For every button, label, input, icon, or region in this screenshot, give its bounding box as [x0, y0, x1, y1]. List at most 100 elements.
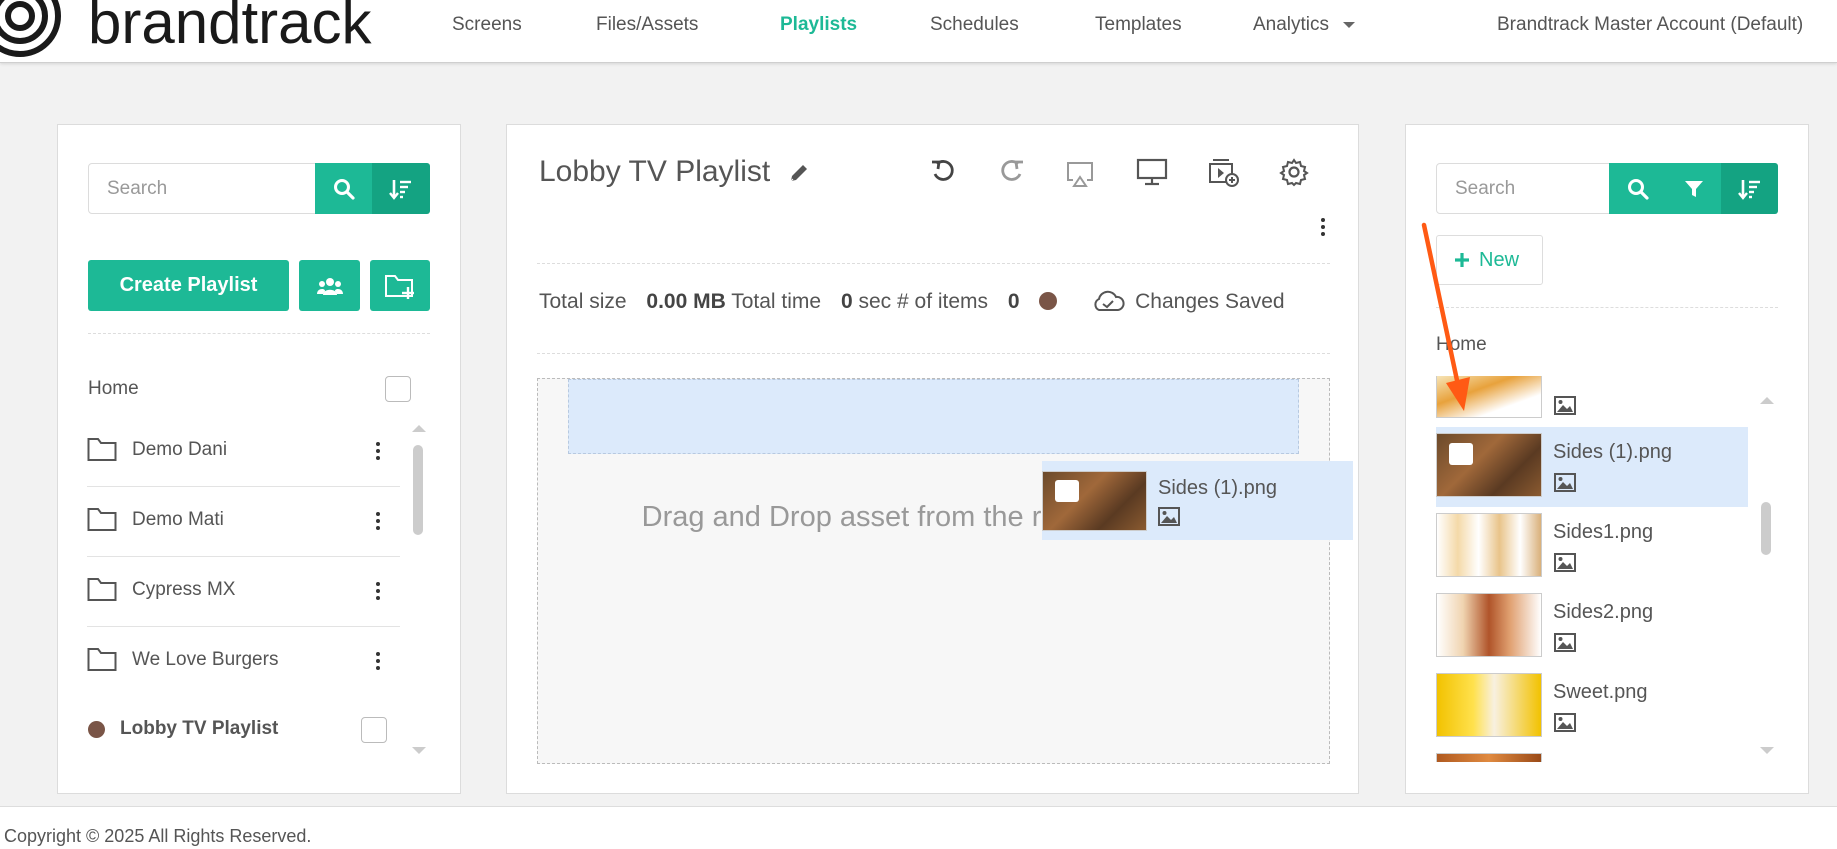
asset-name: Sides2.png: [1553, 601, 1654, 623]
asset-filter-button[interactable]: [1666, 163, 1721, 214]
more-vertical-icon[interactable]: [1321, 218, 1325, 239]
asset-item[interactable]: Sides (1).png: [1436, 427, 1748, 507]
asset-item[interactable]: Sides2.png: [1436, 587, 1748, 667]
asset-item[interactable]: [1436, 376, 1748, 422]
playlist-color-dot: [88, 721, 105, 738]
shared-playlists-button[interactable]: [299, 260, 360, 311]
chevron-down-icon: [1343, 21, 1356, 28]
cloud-check-icon: [1094, 290, 1125, 311]
folder-row[interactable]: Cypress MX: [87, 557, 400, 627]
cast-icon[interactable]: [1065, 160, 1095, 188]
dragged-asset-thumbnail: [1042, 471, 1147, 531]
scroll-down-icon[interactable]: [1759, 746, 1775, 756]
brandtrack-logo-icon[interactable]: [0, 0, 62, 58]
nav-templates[interactable]: Templates: [1095, 14, 1182, 36]
playlist-item-checkbox[interactable]: [361, 717, 387, 743]
image-icon: [1554, 473, 1576, 492]
scroll-down-icon[interactable]: [411, 746, 427, 756]
folder-label: We Love Burgers: [132, 649, 279, 670]
total-size-label: Total size: [539, 290, 627, 313]
dragged-asset-checkbox: [1055, 480, 1079, 502]
left-scrollbar-thumb[interactable]: [413, 445, 423, 535]
nav-schedules[interactable]: Schedules: [930, 14, 1019, 36]
brand-name[interactable]: brandtrack: [88, 0, 371, 57]
asset-name: Sweet.png: [1553, 681, 1648, 703]
preview-playlist-icon[interactable]: [1208, 156, 1240, 188]
search-icon: [1627, 178, 1649, 200]
playlist-stats: Total size 0.00 MB Total time 0 sec # of…: [539, 290, 1285, 314]
right-scrollbar-thumb[interactable]: [1761, 502, 1771, 555]
playlist-sort-button[interactable]: [372, 163, 430, 214]
image-icon: [1554, 633, 1576, 652]
asset-search-input[interactable]: Search: [1436, 163, 1610, 214]
new-asset-label: New: [1479, 249, 1520, 271]
item-count-value: 0: [1007, 290, 1020, 313]
image-icon: [1554, 396, 1576, 415]
asset-sort-button[interactable]: [1721, 163, 1778, 214]
playlist-color-dot: [1039, 292, 1058, 310]
more-vertical-icon[interactable]: [376, 512, 380, 533]
search-icon: [333, 178, 355, 200]
right-divider: [1436, 307, 1778, 308]
asset-thumbnail: [1436, 433, 1542, 497]
nav-analytics[interactable]: Analytics: [1253, 14, 1356, 36]
more-vertical-icon[interactable]: [376, 442, 380, 463]
filter-icon: [1684, 180, 1703, 197]
folder-row[interactable]: Demo Mati: [87, 487, 400, 557]
total-time-label: Total time: [731, 290, 822, 313]
create-playlist-button[interactable]: Create Playlist: [88, 260, 289, 311]
monitor-icon[interactable]: [1136, 158, 1168, 186]
asset-thumbnail: [1436, 753, 1542, 762]
users-icon: [316, 277, 343, 295]
redo-icon[interactable]: [997, 158, 1025, 186]
playlist-search-button[interactable]: [315, 163, 372, 214]
asset-item[interactable]: Sweet.png: [1436, 667, 1748, 747]
pencil-icon[interactable]: [788, 162, 810, 184]
image-icon: [1554, 713, 1576, 732]
folder-plus-icon: [385, 274, 414, 299]
middle-divider-top: [537, 263, 1330, 264]
folder-row[interactable]: We Love Burgers: [87, 627, 400, 697]
asset-list: Sides (1).png Sides1.png Sides2.png Swee…: [1436, 376, 1748, 762]
asset-item[interactable]: [1436, 753, 1748, 762]
annotation-arrow-icon: [1421, 222, 1470, 411]
asset-item[interactable]: Sides1.png: [1436, 507, 1748, 587]
sort-icon: [389, 179, 411, 200]
asset-thumbnail: [1436, 673, 1542, 737]
dragged-asset-name: Sides (1).png: [1158, 477, 1277, 499]
new-folder-button[interactable]: [370, 260, 430, 311]
image-icon: [1554, 553, 1576, 572]
folder-icon: [87, 578, 117, 601]
middle-divider-bottom: [537, 353, 1330, 354]
scroll-up-icon[interactable]: [411, 423, 427, 433]
nav-screens[interactable]: Screens: [452, 14, 522, 36]
playlist-search-input[interactable]: Search: [88, 163, 316, 214]
nav-files-assets[interactable]: Files/Assets: [596, 14, 698, 36]
folder-row[interactable]: Demo Dani: [87, 417, 400, 487]
changes-saved-label: Changes Saved: [1135, 290, 1285, 313]
undo-icon[interactable]: [930, 158, 958, 186]
top-navbar: brandtrack Screens Files/Assets Playlist…: [0, 0, 1837, 63]
folder-icon: [87, 648, 117, 671]
more-vertical-icon[interactable]: [376, 652, 380, 673]
select-all-checkbox[interactable]: [385, 376, 411, 402]
gear-icon[interactable]: [1279, 157, 1309, 187]
folder-label: Demo Dani: [132, 439, 228, 460]
nav-playlists[interactable]: Playlists: [780, 14, 857, 36]
total-time-unit: sec: [858, 290, 892, 313]
item-count-label: # of items: [897, 290, 989, 313]
scroll-up-icon[interactable]: [1759, 395, 1775, 405]
asset-thumbnail: [1436, 513, 1542, 577]
folder-label: Cypress MX: [132, 579, 236, 600]
drop-placeholder: [568, 379, 1299, 454]
total-size-value: 0.00 MB: [646, 290, 726, 313]
more-vertical-icon[interactable]: [376, 582, 380, 603]
asset-name: Sides (1).png: [1553, 441, 1672, 463]
playlist-item-lobby-tv[interactable]: Lobby TV Playlist: [120, 718, 278, 740]
total-time-value: 0: [840, 290, 853, 313]
left-home-breadcrumb[interactable]: Home: [88, 378, 139, 400]
account-selector[interactable]: Brandtrack Master Account (Default): [1497, 14, 1803, 36]
asset-checkbox[interactable]: [1449, 443, 1473, 465]
asset-search-button[interactable]: [1609, 163, 1666, 214]
asset-name: Sides1.png: [1553, 521, 1654, 543]
